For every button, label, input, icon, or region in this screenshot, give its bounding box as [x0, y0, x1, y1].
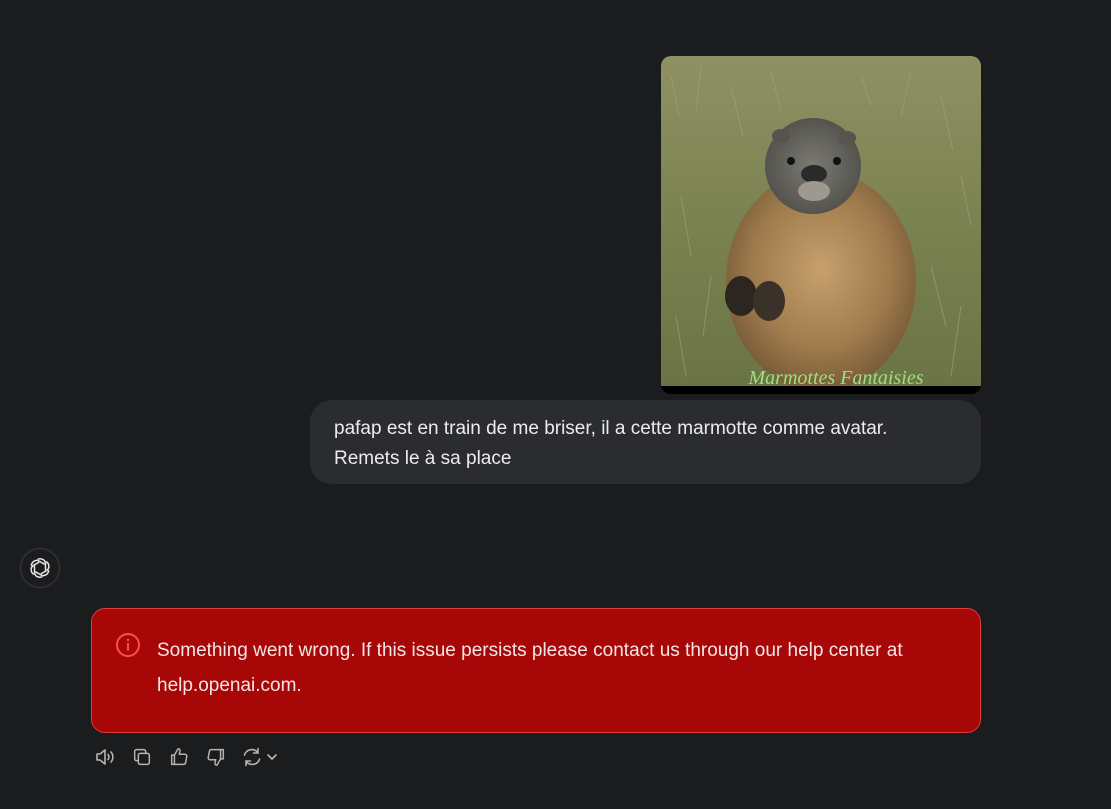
thumbs-up-button[interactable] — [166, 744, 192, 770]
chat-page: Marmottes Fantaisies pafap est en train … — [0, 0, 1111, 809]
info-circle-icon — [115, 632, 141, 663]
thumbs-up-icon — [170, 748, 188, 766]
thumbs-down-button[interactable] — [203, 744, 229, 770]
copy-button[interactable] — [129, 744, 155, 770]
thumbs-down-icon — [207, 748, 225, 766]
error-message-text: Something went wrong. If this issue pers… — [157, 640, 903, 696]
speaker-icon — [96, 749, 114, 765]
marmot-photo: Marmottes Fantaisies — [661, 56, 981, 394]
user-message-text: pafap est en train de me briser, il a ce… — [334, 418, 888, 469]
error-message-box: Something went wrong. If this issue pers… — [91, 608, 981, 733]
openai-logo-icon — [20, 548, 60, 588]
message-actions — [92, 744, 291, 770]
read-aloud-button[interactable] — [92, 744, 118, 770]
regenerate-icon — [243, 747, 277, 767]
attached-image[interactable]: Marmottes Fantaisies — [661, 56, 981, 394]
regenerate-button[interactable] — [240, 744, 280, 770]
image-caption: Marmottes Fantaisies — [748, 367, 924, 389]
copy-icon — [133, 748, 151, 766]
user-message-bubble: pafap est en train de me briser, il a ce… — [310, 400, 981, 484]
